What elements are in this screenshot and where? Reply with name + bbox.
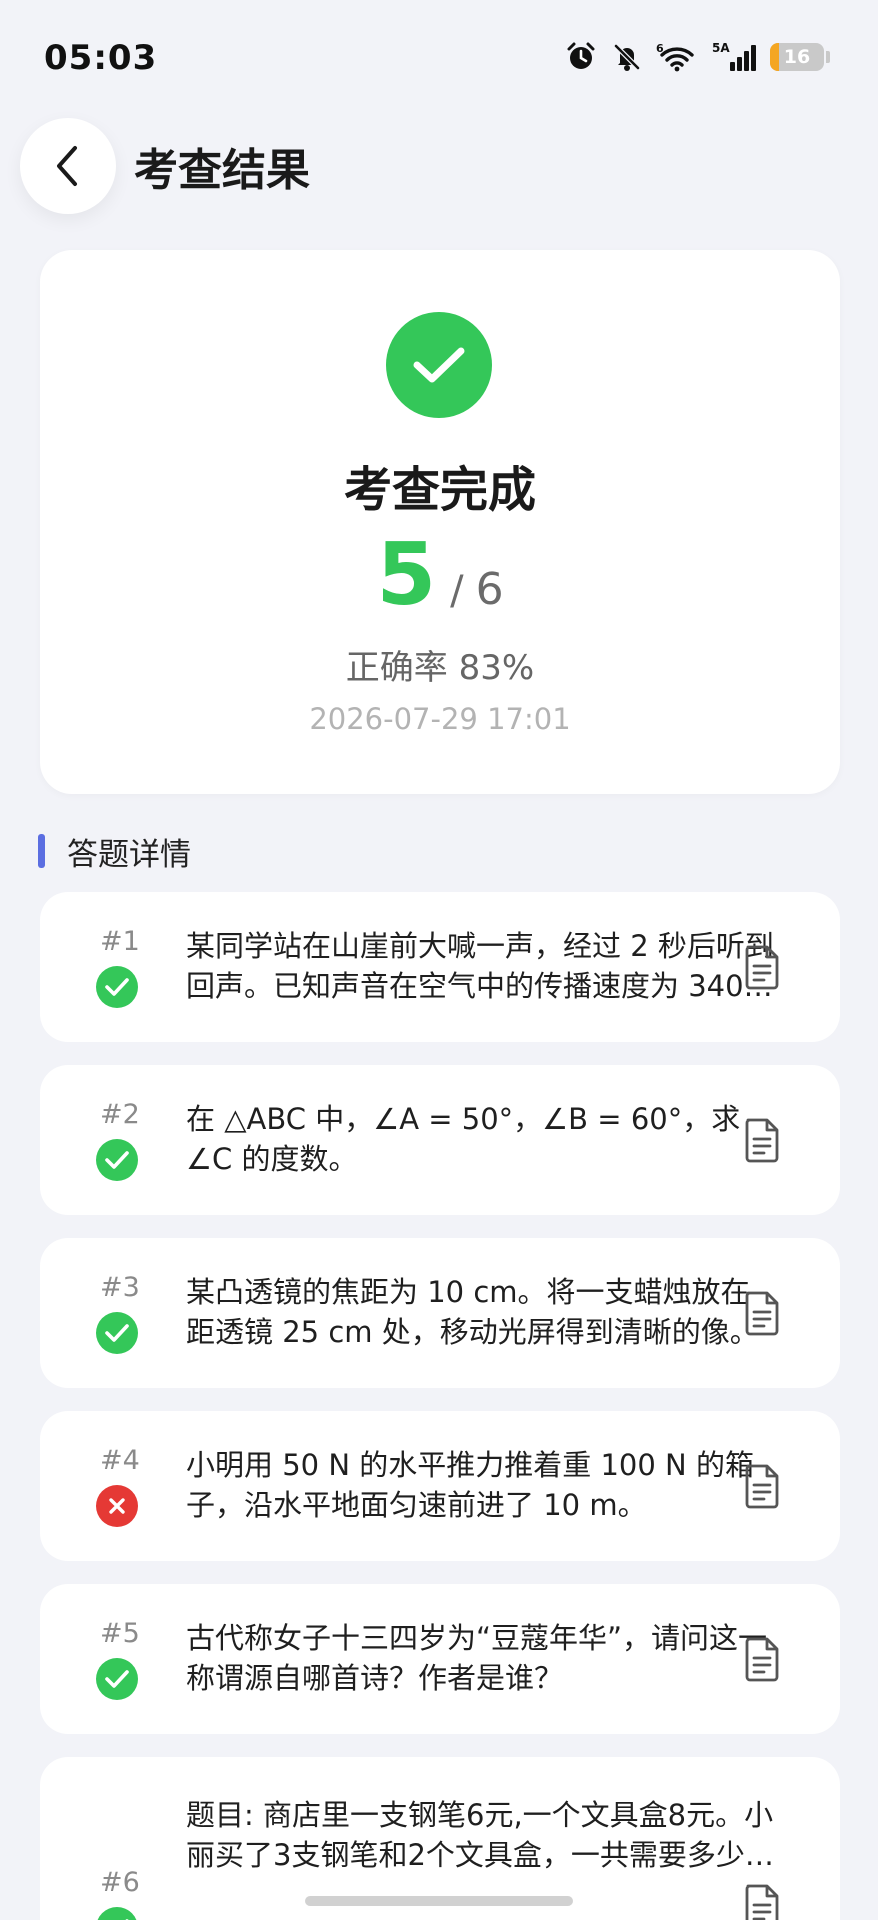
battery-fill xyxy=(770,43,779,71)
wrong-cross-icon xyxy=(96,1485,138,1527)
score-separator: / xyxy=(450,568,464,614)
accuracy-rate: 正确率 83% xyxy=(345,648,535,688)
battery-level: 16 xyxy=(783,46,811,68)
question-number: #5 xyxy=(100,1618,140,1649)
correct-check-icon xyxy=(96,966,138,1008)
document-icon[interactable] xyxy=(740,1288,784,1338)
question-number: #1 xyxy=(100,926,140,957)
correct-check-icon xyxy=(96,1139,138,1181)
page-title: 考查结果 xyxy=(134,145,310,196)
document-icon[interactable] xyxy=(740,1881,784,1920)
document-icon[interactable] xyxy=(740,1461,784,1511)
wifi-icon: 6 xyxy=(656,40,700,74)
question-number: #2 xyxy=(100,1099,140,1130)
question-text: 题目: 商店里一支钢笔6元,一个文具盒8元。小丽买了3支钢笔和2个文具盒，一共需… xyxy=(186,1798,774,1872)
score: 5 / 6 xyxy=(40,532,840,618)
question-card[interactable]: #4 小明用 50 N 的水平推力推着重 100 N 的箱子，沿水平地面匀速前进… xyxy=(40,1411,840,1561)
status-time: 05:03 xyxy=(44,38,158,78)
section-heading: 答题详情 xyxy=(38,832,191,873)
question-card[interactable]: #2 在 △ABC 中，∠A = 50°，∠B = 60°，求 ∠C 的度数。 xyxy=(40,1065,840,1215)
home-indicator[interactable] xyxy=(305,1896,573,1906)
question-number: #6 xyxy=(100,1867,140,1898)
correct-check-icon xyxy=(96,1312,138,1354)
section-accent-bar xyxy=(38,834,45,868)
question-number: #3 xyxy=(100,1272,140,1303)
question-card[interactable]: #3 某凸透镜的焦距为 10 cm。将一支蜡烛放在距透镜 25 cm 处，移动光… xyxy=(40,1238,840,1388)
section-title: 答题详情 xyxy=(67,836,191,873)
question-number: #4 xyxy=(100,1445,140,1476)
signal-icon: 5A xyxy=(712,40,758,74)
question-text: 某同学站在山崖前大喊一声，经过 2 秒后听到回声。已知声音在空气中的传播速度为 … xyxy=(186,929,774,1003)
network-label: 5A xyxy=(712,41,730,55)
document-icon[interactable] xyxy=(740,1634,784,1684)
question-card[interactable]: #1 某同学站在山崖前大喊一声，经过 2 秒后听到回声。已知声音在空气中的传播速… xyxy=(40,892,840,1042)
result-title: 考查完成 xyxy=(343,462,536,518)
chevron-left-icon xyxy=(57,146,77,186)
question-text: 古代称女子十三四岁为“豆蔻年华”，请问这一称谓源自哪首诗？作者是谁？ xyxy=(186,1621,768,1695)
question-text: 小明用 50 N 的水平推力推着重 100 N 的箱子，沿水平地面匀速前进了 1… xyxy=(186,1448,754,1522)
summary-card: 考查完成 5 / 6 正确率 83% 2026-07-29 17:01 xyxy=(40,250,840,794)
mute-bell-icon xyxy=(610,40,644,74)
score-total: 6 xyxy=(475,564,504,615)
question-text: 某凸透镜的焦距为 10 cm。将一支蜡烛放在距透镜 25 cm 处，移动光屏得到… xyxy=(186,1275,759,1349)
document-icon[interactable] xyxy=(740,942,784,992)
success-check-icon xyxy=(386,312,492,418)
back-button[interactable] xyxy=(20,118,116,214)
score-correct: 5 xyxy=(376,525,437,625)
battery-icon: 16 xyxy=(770,43,830,71)
page: 05:03 6 5A 16 考查结果 考查完成 5 / 6 正确率 83% 20… xyxy=(0,0,878,1920)
document-icon[interactable] xyxy=(740,1115,784,1165)
alarm-icon xyxy=(564,40,598,74)
question-text: 在 △ABC 中，∠A = 50°，∠B = 60°，求 ∠C 的度数。 xyxy=(186,1102,741,1176)
status-bar: 05:03 6 5A 16 xyxy=(0,0,878,118)
correct-check-icon xyxy=(96,1907,138,1920)
correct-check-icon xyxy=(96,1658,138,1700)
exam-timestamp: 2026-07-29 17:01 xyxy=(309,702,571,736)
status-icons: 6 5A 16 xyxy=(564,40,830,74)
question-card[interactable]: #5 古代称女子十三四岁为“豆蔻年华”，请问这一称谓源自哪首诗？作者是谁？ xyxy=(40,1584,840,1734)
